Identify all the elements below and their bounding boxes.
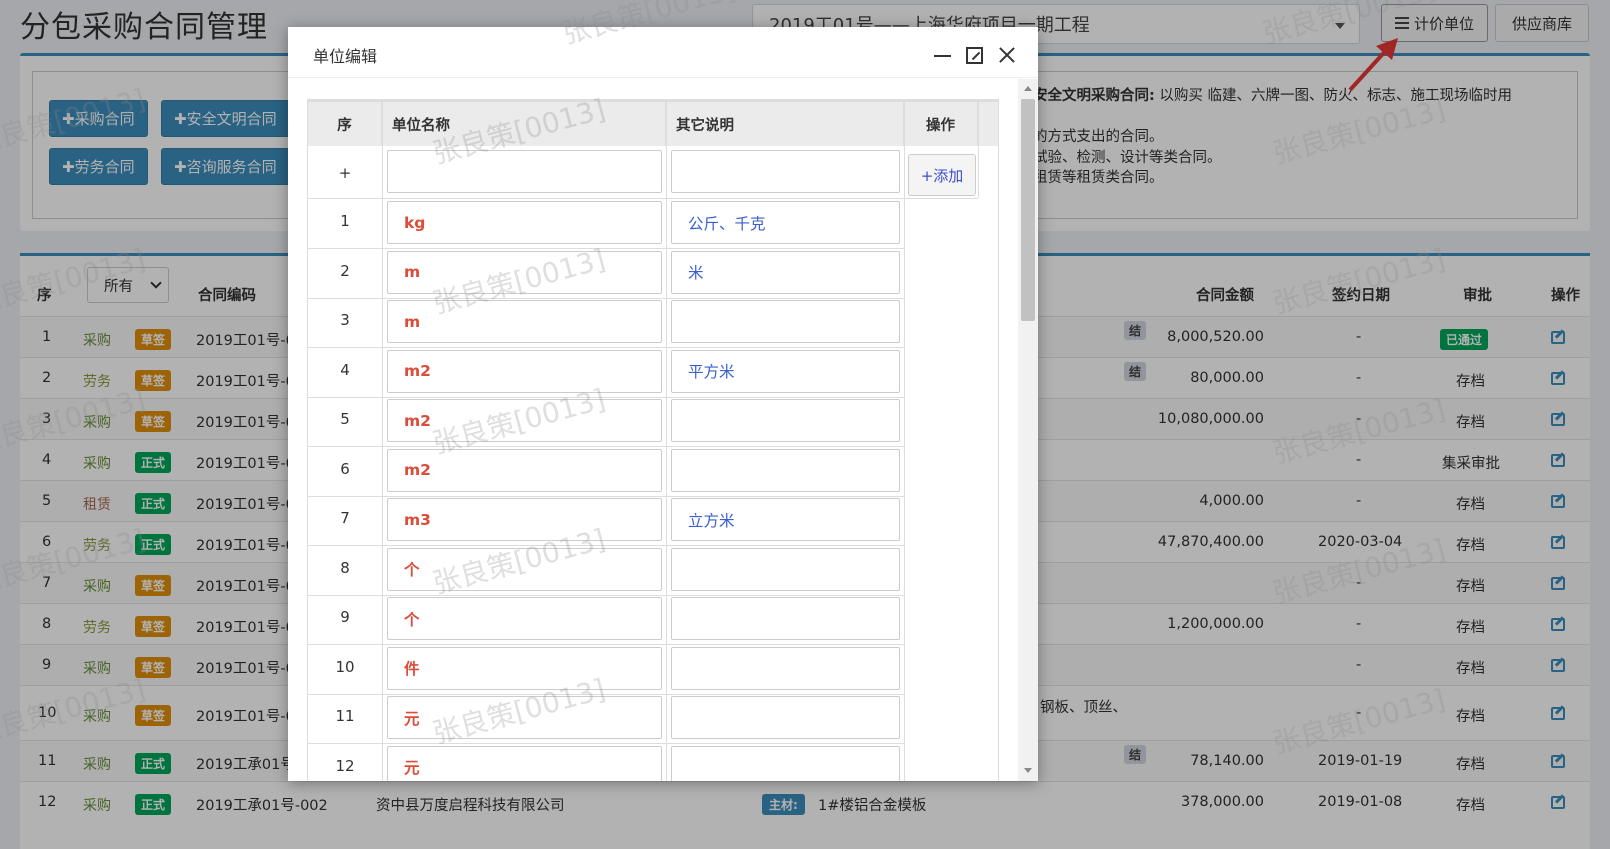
scroll-thumb[interactable]: [1021, 99, 1035, 321]
unit-note-input[interactable]: 米: [671, 250, 900, 294]
unit-seq: 9: [340, 608, 350, 626]
th-seq: 序: [308, 102, 382, 146]
unit-name-input[interactable]: m2: [387, 349, 662, 393]
unit-note-input[interactable]: [671, 399, 900, 442]
unit-note-input[interactable]: [671, 696, 900, 739]
unit-seq: 5: [340, 410, 350, 428]
unit-name-input[interactable]: 元: [387, 696, 662, 739]
new-row-seq: +: [338, 164, 352, 182]
modal-scrollbar[interactable]: [1018, 79, 1038, 781]
th-note: 其它说明: [666, 102, 904, 146]
unit-edit-modal: 单位编辑 序 单位名称 其它说明 操作 + +添加 1 kg 公斤、千克 2 m 米 3 m 4…: [288, 27, 1038, 781]
unit-note-input[interactable]: 平方米: [671, 349, 900, 393]
unit-seq: 10: [335, 657, 355, 676]
th-name: 单位名称: [382, 102, 666, 146]
modal-title: 单位编辑: [313, 47, 378, 66]
unit-table: 序 单位名称 其它说明 操作 + +添加 1 kg 公斤、千克 2 m 米 3 m 4 m2 平方米…: [307, 99, 999, 781]
unit-name-input[interactable]: 个: [387, 597, 662, 640]
unit-name-input[interactable]: 个: [387, 547, 662, 591]
unit-name-input[interactable]: m: [387, 300, 662, 343]
unit-note-input[interactable]: [671, 300, 900, 343]
add-unit-button[interactable]: +添加: [908, 154, 976, 196]
unit-note-input[interactable]: 公斤、千克: [671, 201, 900, 244]
new-unit-note-input[interactable]: [671, 150, 900, 193]
minimize-icon[interactable]: [934, 55, 951, 57]
unit-seq: 2: [340, 261, 350, 280]
th-action: 操作: [904, 102, 978, 146]
unit-note-input[interactable]: 立方米: [671, 498, 900, 541]
unit-seq: 12: [335, 756, 355, 775]
unit-note-input[interactable]: [671, 547, 900, 591]
unit-note-input[interactable]: [671, 745, 900, 781]
unit-seq: 8: [340, 558, 350, 577]
close-icon[interactable]: [997, 45, 1017, 65]
unit-name-input[interactable]: 元: [387, 745, 662, 781]
unit-seq: 11: [335, 707, 355, 725]
unit-name-input[interactable]: kg: [387, 201, 662, 244]
unit-seq: 4: [340, 360, 350, 379]
scroll-down-icon[interactable]: [1024, 768, 1032, 773]
scroll-up-icon[interactable]: [1024, 86, 1032, 91]
new-unit-name-input[interactable]: [387, 150, 662, 193]
modal-header: 单位编辑: [288, 27, 1038, 78]
unit-seq: 7: [340, 509, 350, 527]
unit-note-input[interactable]: [671, 597, 900, 640]
maximize-icon[interactable]: [966, 47, 983, 64]
unit-name-input[interactable]: m: [387, 250, 662, 294]
unit-seq: 1: [340, 212, 350, 230]
unit-name-input[interactable]: m2: [387, 399, 662, 442]
unit-name-input[interactable]: 件: [387, 646, 662, 690]
unit-note-input[interactable]: [671, 448, 900, 492]
unit-seq: 6: [340, 459, 350, 478]
unit-name-input[interactable]: m3: [387, 498, 662, 541]
unit-note-input[interactable]: [671, 646, 900, 690]
unit-name-input[interactable]: m2: [387, 448, 662, 492]
unit-seq: 3: [340, 311, 350, 329]
